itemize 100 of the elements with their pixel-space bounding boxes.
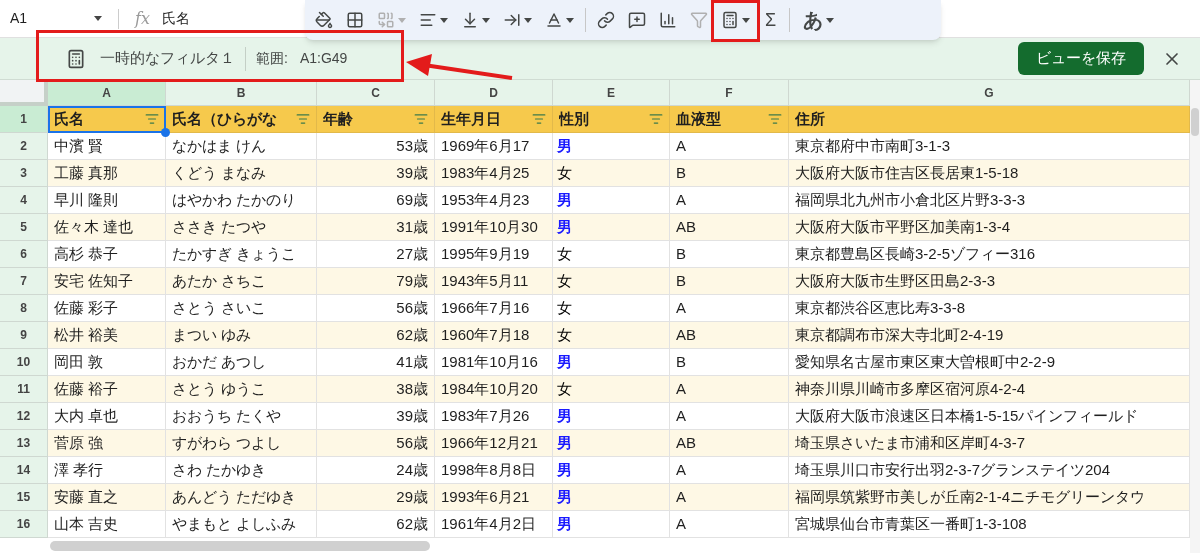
table-cell: おおうち たくや [166, 403, 317, 430]
table-cell: 佐藤 裕子 [48, 376, 166, 403]
table-cell: 大阪府大阪市平野区加美南1-3-4 [789, 214, 1190, 241]
table-cell: 1983年7月26 [435, 403, 553, 430]
row-header[interactable]: 15 [0, 484, 48, 511]
table-cell: なかはま けん [166, 133, 317, 160]
name-box[interactable]: A1 [0, 8, 110, 29]
table-cell: 39歳 [317, 160, 435, 187]
table-cell: はやかわ たかのり [166, 187, 317, 214]
table-cell: AB [670, 322, 789, 349]
table-cell: 女 [553, 295, 670, 322]
table-cell: 62歳 [317, 511, 435, 538]
row-header[interactable]: 14 [0, 457, 48, 484]
header-cell: 年齢 [317, 106, 435, 133]
column-header[interactable]: A [48, 80, 166, 106]
table-cell: A [670, 457, 789, 484]
row-header[interactable]: 16 [0, 511, 48, 538]
table-cell: 男 [553, 430, 670, 457]
table-cell: 宮城県仙台市青葉区一番町1-3-108 [789, 511, 1190, 538]
table-cell: 男 [553, 214, 670, 241]
table-cell: 31歳 [317, 214, 435, 241]
table-cell: 高杉 恭子 [48, 241, 166, 268]
table-cell: 男 [553, 133, 670, 160]
table-cell: 39歳 [317, 403, 435, 430]
table-cell: 女 [553, 376, 670, 403]
table-cell: 埼玉県さいたま市浦和区岸町4-3-7 [789, 430, 1190, 457]
row-header[interactable]: 12 [0, 403, 48, 430]
table-cell: 福岡県筑紫野市美しが丘南2-1-4ニチモグリーンタウ [789, 484, 1190, 511]
header-cell: 血液型 [670, 106, 789, 133]
table-cell: AB [670, 214, 789, 241]
fx-label: fx [135, 7, 150, 30]
table-cell: 工藤 真那 [48, 160, 166, 187]
table-cell: 男 [553, 349, 670, 376]
table-cell: 東京都豊島区長崎3-2-5ゾフィー316 [789, 241, 1190, 268]
table-cell: 大阪府大阪市住吉区長居東1-5-18 [789, 160, 1190, 187]
table-cell: 大阪府大阪市浪速区日本橋1-5-15パインフィールド [789, 403, 1190, 430]
table-cell: 岡田 敦 [48, 349, 166, 376]
table-cell: 女 [553, 241, 670, 268]
table-cell: 1960年7月18 [435, 322, 553, 349]
table-cell: たかすぎ きょうこ [166, 241, 317, 268]
table-cell: 安藤 直之 [48, 484, 166, 511]
row-header[interactable]: 5 [0, 214, 48, 241]
filter-view-name: 一時的なフィルタ１ [100, 48, 235, 69]
header-cell: 氏名（ひらがな [166, 106, 317, 133]
row-header[interactable]: 4 [0, 187, 48, 214]
table-cell: 1993年6月21 [435, 484, 553, 511]
table-cell: やまもと よしふみ [166, 511, 317, 538]
table-cell: 女 [553, 160, 670, 187]
table-cell: 1983年4月25 [435, 160, 553, 187]
row-header[interactable]: 7 [0, 268, 48, 295]
table-cell: 1991年10月30 [435, 214, 553, 241]
table-cell: あんどう ただゆき [166, 484, 317, 511]
table-cell: 大阪府大阪市生野区田島2-3-3 [789, 268, 1190, 295]
table-cell: 福岡県北九州市小倉北区片野3-3-3 [789, 187, 1190, 214]
row-header[interactable]: 2 [0, 133, 48, 160]
table-cell: B [670, 268, 789, 295]
input-tools-button[interactable]: あ [795, 4, 843, 36]
table-cell: AB [670, 430, 789, 457]
table-cell: B [670, 349, 789, 376]
row-header[interactable]: 9 [0, 322, 48, 349]
table-cell: まつい ゆみ [166, 322, 317, 349]
table-cell: おかだ あつし [166, 349, 317, 376]
table-cell: すがわら つよし [166, 430, 317, 457]
table-cell: 1953年4月23 [435, 187, 553, 214]
table-cell: 27歳 [317, 241, 435, 268]
table-cell: A [670, 511, 789, 538]
table-cell: 56歳 [317, 295, 435, 322]
table-cell: くどう まなみ [166, 160, 317, 187]
table-cell: B [670, 160, 789, 187]
table-cell: A [670, 403, 789, 430]
header-cell: 性別 [553, 106, 670, 133]
table-cell: 神奈川県川崎市多摩区宿河原4-2-4 [789, 376, 1190, 403]
table-cell: 男 [553, 403, 670, 430]
table-cell: A [670, 187, 789, 214]
table-cell: 佐藤 彩子 [48, 295, 166, 322]
table-cell: 38歳 [317, 376, 435, 403]
functions-button[interactable]: Σ [757, 4, 785, 36]
table-cell: 79歳 [317, 268, 435, 295]
table-cell: 69歳 [317, 187, 435, 214]
table-cell: A [670, 133, 789, 160]
table-cell: A [670, 376, 789, 403]
table-cell: 29歳 [317, 484, 435, 511]
save-view-button[interactable]: ビューを保存 [1018, 42, 1144, 75]
row-header[interactable]: 10 [0, 349, 48, 376]
row-header[interactable]: 1 [0, 106, 48, 133]
table-cell: A [670, 484, 789, 511]
table-cell: 1966年12月21 [435, 430, 553, 457]
table-cell: A [670, 295, 789, 322]
table-cell: 1961年4月2日 [435, 511, 553, 538]
table-cell: 1969年6月17 [435, 133, 553, 160]
row-header[interactable]: 13 [0, 430, 48, 457]
range-value: A1:G49 [299, 49, 348, 68]
table-cell: 女 [553, 268, 670, 295]
table-cell: 早川 隆則 [48, 187, 166, 214]
row-header[interactable]: 8 [0, 295, 48, 322]
row-header[interactable]: 11 [0, 376, 48, 403]
row-header[interactable]: 3 [0, 160, 48, 187]
table-cell: 佐々木 達也 [48, 214, 166, 241]
formula-field[interactable]: 氏名 [161, 8, 190, 29]
row-header[interactable]: 6 [0, 241, 48, 268]
